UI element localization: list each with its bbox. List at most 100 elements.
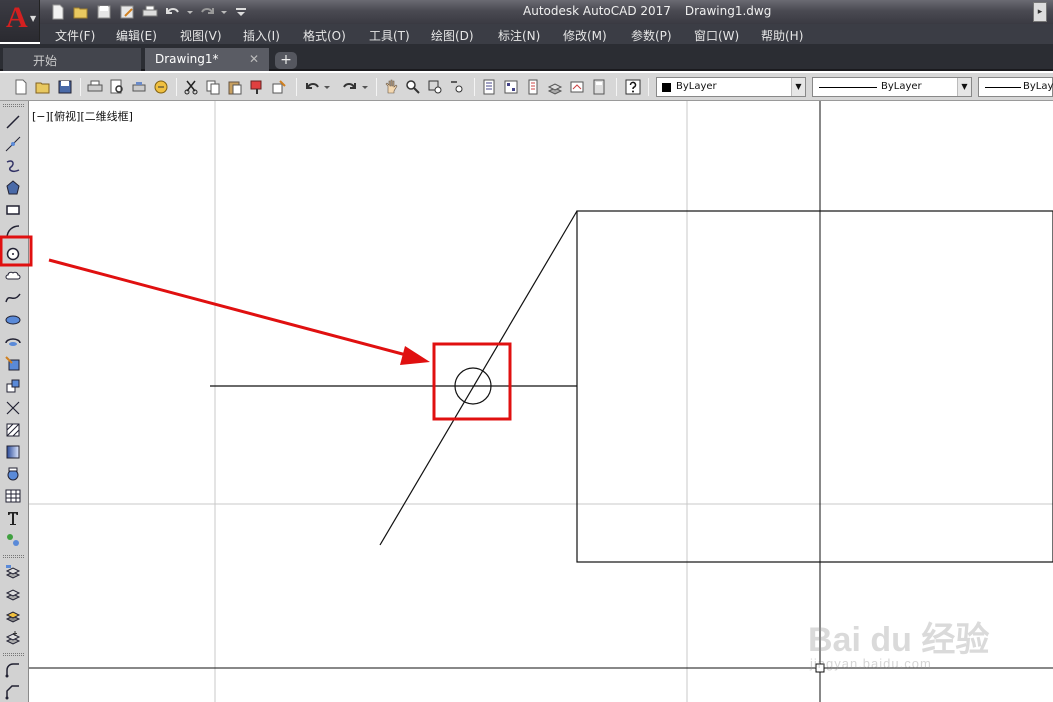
properties-icon[interactable] — [480, 78, 498, 96]
menu-bar: 文件(F) 编辑(E) 视图(V) 插入(I) 格式(O) 工具(T) 绘图(D… — [40, 24, 1053, 44]
multiline-text-icon[interactable] — [4, 509, 22, 527]
undo-icon[interactable] — [163, 2, 183, 22]
drawing-canvas[interactable] — [29, 101, 1053, 702]
zoom-realtime-icon[interactable] — [404, 78, 422, 96]
layer-isolate-icon[interactable] — [4, 607, 22, 625]
menu-file[interactable]: 文件(F) — [55, 27, 95, 44]
block-editor-icon[interactable] — [270, 78, 288, 96]
chevron-down-icon[interactable] — [322, 78, 332, 96]
design-center-icon[interactable] — [502, 78, 520, 96]
circle-icon[interactable] — [4, 245, 22, 263]
zoom-window-icon[interactable] — [426, 78, 444, 96]
tab-start-label: 开始 — [33, 54, 58, 68]
add-selected-icon[interactable] — [4, 531, 22, 549]
hatch-icon[interactable] — [4, 421, 22, 439]
app-name: Autodesk AutoCAD 2017 — [523, 4, 671, 18]
close-icon[interactable]: ✕ — [249, 52, 259, 66]
title-scroll-button[interactable]: ▸ — [1033, 2, 1047, 22]
menu-help[interactable]: 帮助(H) — [761, 27, 803, 44]
revision-cloud-icon[interactable] — [4, 267, 22, 285]
spline-icon[interactable] — [4, 289, 22, 307]
cut-icon[interactable] — [182, 78, 200, 96]
layer-state-icon[interactable] — [4, 585, 22, 603]
chevron-down-icon[interactable] — [186, 2, 194, 22]
customize-icon[interactable] — [231, 2, 251, 22]
linetype-preview — [819, 87, 877, 88]
application-menu-button[interactable]: A ▼ — [0, 0, 40, 42]
tab-start[interactable]: 开始 — [3, 48, 141, 71]
construction-line-icon[interactable] — [4, 135, 22, 153]
menu-window[interactable]: 窗口(W) — [694, 27, 739, 44]
ellipse-icon[interactable] — [4, 311, 22, 329]
redo-icon[interactable] — [197, 2, 217, 22]
menu-format[interactable]: 格式(O) — [303, 27, 346, 44]
copy-icon[interactable] — [204, 78, 222, 96]
polygon-icon[interactable] — [4, 179, 22, 197]
plot-preview-icon[interactable] — [108, 78, 126, 96]
line-icon[interactable] — [4, 113, 22, 131]
paste-icon[interactable] — [226, 78, 244, 96]
arc-icon[interactable] — [4, 223, 22, 241]
lineweight-value: ByLayer — [1023, 81, 1053, 92]
new-tab-button[interactable]: + — [275, 52, 297, 69]
linetype-select[interactable]: ByLayer ▼ — [812, 77, 972, 97]
chamfer-icon[interactable] — [4, 683, 22, 701]
make-block-icon[interactable] — [4, 377, 22, 395]
save-icon[interactable] — [94, 2, 114, 22]
menu-tools[interactable]: 工具(T) — [369, 27, 410, 44]
open-icon[interactable] — [71, 2, 91, 22]
menu-view[interactable]: 视图(V) — [180, 27, 222, 44]
menu-draw[interactable]: 绘图(D) — [431, 27, 474, 44]
plot-icon[interactable] — [140, 2, 160, 22]
table-icon[interactable] — [4, 487, 22, 505]
layer-properties-icon[interactable] — [4, 563, 22, 581]
chevron-down-icon: ▼ — [30, 14, 37, 23]
draw-toolbar — [0, 101, 29, 702]
rectangle-icon[interactable] — [4, 201, 22, 219]
menu-dimension[interactable]: 标注(N) — [498, 27, 540, 44]
undo-icon[interactable] — [304, 78, 322, 96]
region-icon[interactable] — [4, 465, 22, 483]
document-name: Drawing1.dwg — [684, 4, 772, 18]
layer-color-select[interactable]: ByLayer ▼ — [656, 77, 806, 97]
tab-drawing1[interactable]: Drawing1* ✕ — [145, 48, 269, 71]
chevron-down-icon[interactable] — [360, 78, 370, 96]
chevron-down-icon[interactable] — [220, 2, 228, 22]
sheet-set-icon[interactable] — [546, 78, 564, 96]
publish-icon[interactable] — [130, 78, 148, 96]
menu-edit[interactable]: 编辑(E) — [116, 27, 157, 44]
match-properties-icon[interactable] — [248, 78, 266, 96]
calculator-icon[interactable] — [590, 78, 608, 96]
pan-icon[interactable] — [382, 78, 400, 96]
tab-drawing-label: Drawing1* — [155, 52, 219, 66]
redo-icon[interactable] — [340, 78, 358, 96]
fillet-icon[interactable] — [4, 661, 22, 679]
help-icon[interactable] — [624, 78, 642, 96]
new-icon[interactable] — [12, 78, 30, 96]
tool-palettes-icon[interactable] — [524, 78, 542, 96]
plot-icon[interactable] — [86, 78, 104, 96]
menu-parametric[interactable]: 参数(P) — [631, 27, 672, 44]
layer-color-value: ByLayer — [676, 81, 717, 92]
markup-icon[interactable] — [568, 78, 586, 96]
viewport-controls-label[interactable]: [−][俯视][二维线框] — [32, 108, 133, 124]
gradient-icon[interactable] — [4, 443, 22, 461]
lineweight-select[interactable]: ByLayer — [978, 77, 1053, 97]
menu-insert[interactable]: 插入(I) — [243, 27, 280, 44]
save-icon[interactable] — [56, 78, 74, 96]
3d-print-icon[interactable] — [152, 78, 170, 96]
autocad-logo-icon: A — [6, 1, 28, 34]
new-icon[interactable] — [48, 2, 68, 22]
save-as-icon[interactable] — [117, 2, 137, 22]
quick-access-toolbar — [48, 0, 251, 24]
file-tab-bar: 开始 Drawing1* ✕ + — [0, 44, 1053, 71]
polyline-icon[interactable] — [4, 157, 22, 175]
ellipse-arc-icon[interactable] — [4, 333, 22, 351]
linetype-value: ByLayer — [881, 81, 922, 92]
layer-freeze-icon[interactable] — [4, 629, 22, 647]
open-icon[interactable] — [34, 78, 52, 96]
insert-block-icon[interactable] — [4, 355, 22, 373]
menu-modify[interactable]: 修改(M) — [563, 27, 607, 44]
zoom-previous-icon[interactable] — [448, 78, 466, 96]
point-icon[interactable] — [4, 399, 22, 417]
